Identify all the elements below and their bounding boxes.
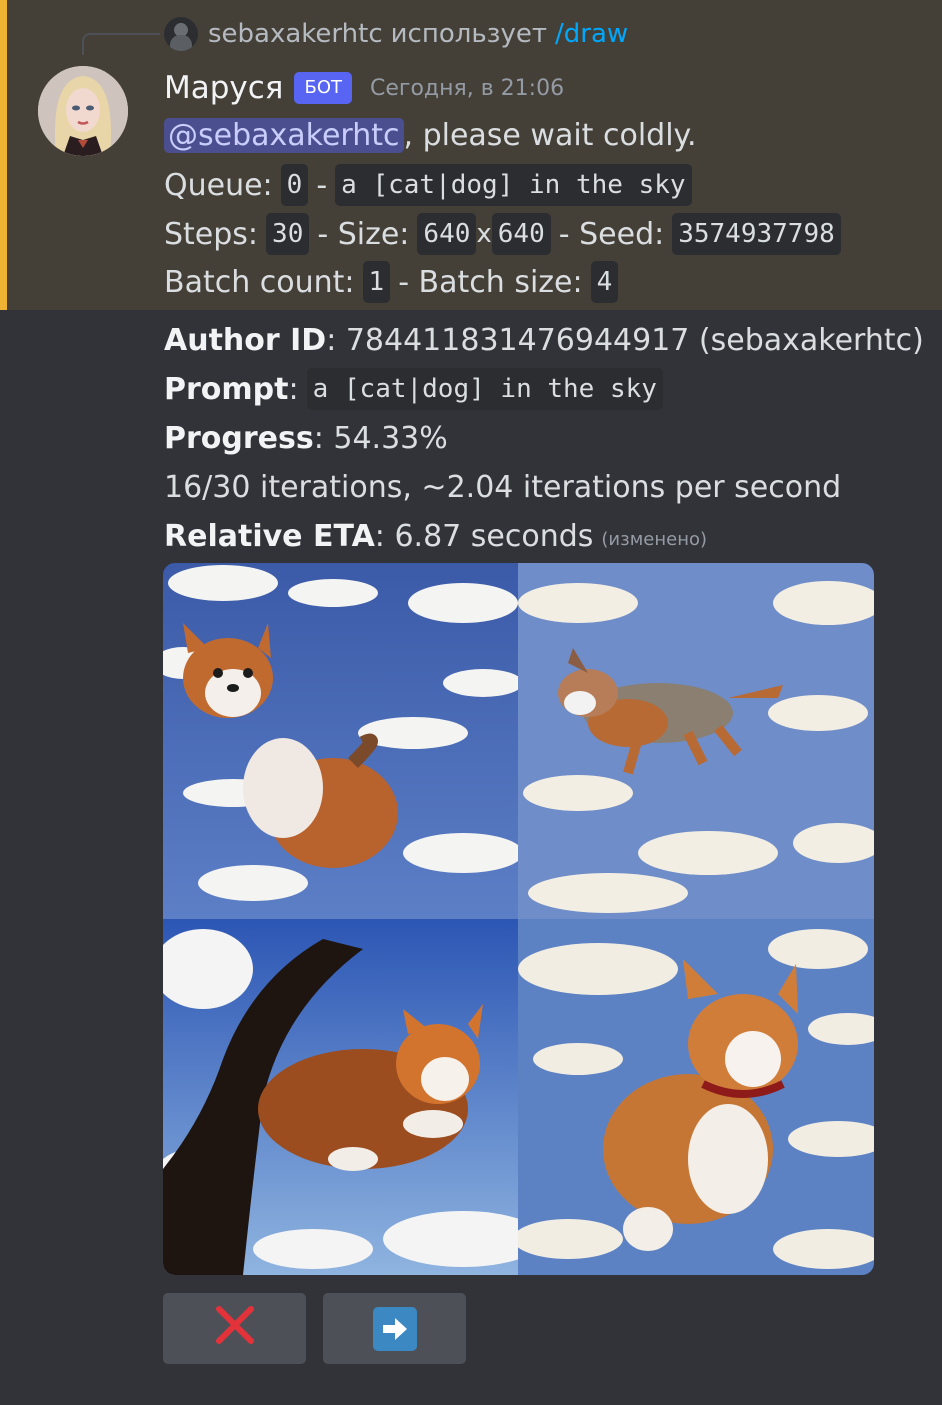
seed-label: - Seed: — [558, 216, 665, 252]
greeting-text: , please wait coldly. — [403, 117, 697, 153]
generated-image-grid[interactable] — [163, 563, 874, 1275]
right-arrow-icon — [372, 1306, 417, 1351]
next-button[interactable] — [323, 1293, 466, 1364]
eta-label: Relative ETA — [164, 518, 375, 554]
size-label: - Size: — [317, 216, 410, 252]
cancel-button[interactable] — [163, 1293, 306, 1364]
batch-size-label: - Batch size: — [398, 264, 583, 300]
bot-badge: БОТ — [294, 72, 352, 104]
author-id-line: Author ID : 784411831476944917 (sebaxake… — [164, 317, 924, 363]
author-name[interactable]: Маруся — [164, 70, 283, 106]
prompt-colon: : — [288, 371, 299, 407]
highlight-bar — [0, 0, 7, 310]
iterations-text: 16/30 iterations, ~2.04 iterations per s… — [164, 469, 842, 505]
eta-line: Relative ETA : 6.87 seconds (изменено) — [164, 513, 707, 559]
prompt-label: Prompt — [164, 371, 289, 407]
seed-value: 3574937798 — [672, 213, 841, 255]
generated-image-2[interactable] — [518, 563, 874, 919]
reply-connector — [82, 33, 160, 55]
steps-value: 30 — [266, 213, 310, 255]
generated-image-3[interactable] — [163, 919, 518, 1275]
queue-label: Queue: — [164, 167, 273, 203]
reply-command[interactable]: /draw — [555, 19, 628, 49]
progress-label: Progress — [164, 420, 314, 456]
message-header: Маруся БОТ Сегодня, в 21:06 — [164, 66, 564, 110]
edited-marker: (изменено) — [601, 529, 707, 550]
separator: - — [316, 167, 328, 203]
steps-label: Steps: — [164, 216, 259, 252]
greeting-line: @sebaxakerhtc , please wait coldly. — [164, 112, 697, 158]
author-id-label: Author ID — [164, 322, 327, 358]
batch-count-label: Batch count: — [164, 264, 355, 300]
eta-value: : 6.87 seconds — [374, 518, 594, 554]
progress-value: : 54.33% — [313, 420, 448, 456]
avatar[interactable] — [38, 66, 128, 156]
cross-mark-icon — [214, 1304, 256, 1354]
prompt-line: Prompt : a [cat|dog] in the sky — [164, 366, 663, 412]
width-value: 640 — [417, 213, 477, 255]
user-mention[interactable]: @sebaxakerhtc — [164, 117, 404, 153]
queue-prompt: a [cat|dog] in the sky — [335, 164, 692, 206]
reply-username[interactable]: sebaxakerhtc — [208, 19, 383, 49]
reply-context[interactable]: sebaxakerhtc использует /draw — [164, 14, 628, 54]
avatar-image — [38, 66, 128, 156]
progress-line: Progress : 54.33% — [164, 415, 448, 461]
batch-line: Batch count: 1 - Batch size: 4 — [164, 259, 619, 305]
generated-image-1[interactable] — [163, 563, 518, 919]
iterations-line: 16/30 iterations, ~2.04 iterations per s… — [164, 464, 841, 510]
batch-count-value: 1 — [362, 261, 391, 303]
queue-line: Queue: 0 - a [cat|dog] in the sky — [164, 162, 692, 208]
batch-size-value: 4 — [590, 261, 619, 303]
author-id-value: : 784411831476944917 (sebaxakerhtc) — [326, 322, 924, 358]
size-x: x — [476, 219, 492, 249]
params-line: Steps: 30 - Size: 640 x 640 - Seed: 3574… — [164, 211, 841, 257]
reply-avatar[interactable] — [164, 17, 198, 51]
generated-image-4[interactable] — [518, 919, 874, 1275]
prompt-value: a [cat|dog] in the sky — [306, 368, 663, 410]
height-value: 640 — [491, 213, 551, 255]
reply-verb: использует — [390, 19, 548, 49]
queue-value: 0 — [280, 164, 309, 206]
timestamp[interactable]: Сегодня, в 21:06 — [370, 76, 564, 101]
